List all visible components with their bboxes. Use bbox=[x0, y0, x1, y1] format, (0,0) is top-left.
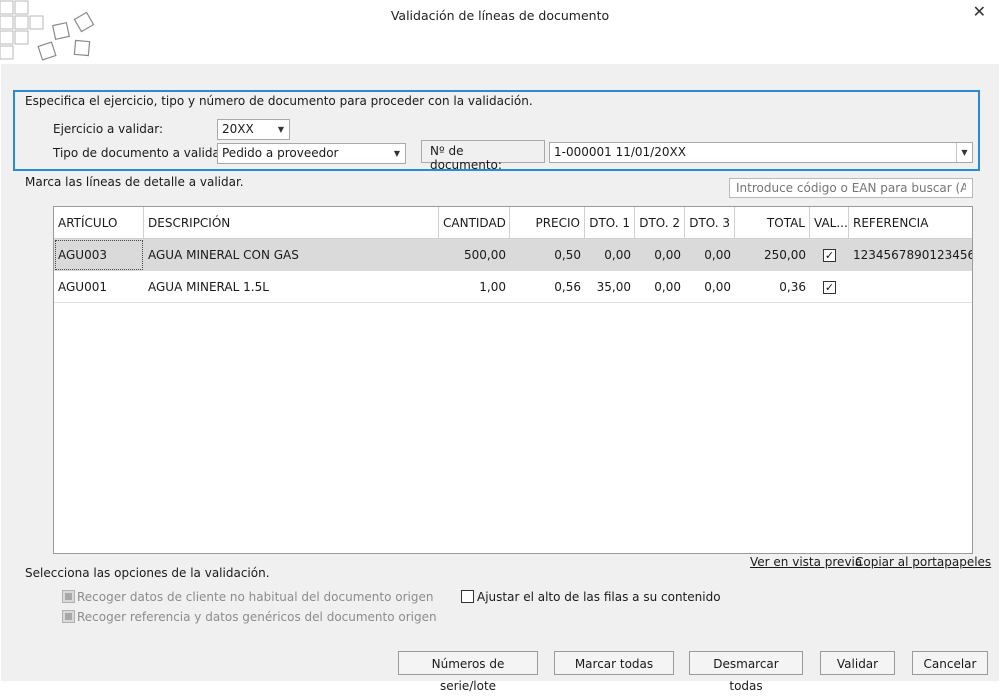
chevron-down-icon[interactable]: ▼ bbox=[956, 143, 972, 162]
col-total[interactable]: TOTAL bbox=[735, 207, 810, 239]
col-dto1[interactable]: DTO. 1 bbox=[585, 207, 635, 239]
validar-checkbox[interactable]: ✓ bbox=[823, 281, 836, 294]
table-row[interactable]: AGU001 AGUA MINERAL 1.5L 1,00 0,56 35,00… bbox=[54, 271, 972, 303]
serie-lote-button[interactable]: Números de serie/lote bbox=[398, 651, 538, 693]
cell-dto3[interactable]: 0,00 bbox=[685, 271, 735, 303]
grid-header: ARTÍCULO DESCRIPCIÓN CANTIDAD PRECIO DTO… bbox=[54, 207, 972, 239]
tipo-select[interactable]: Pedido a proveedor ▼ bbox=[217, 143, 406, 164]
table-row[interactable]: AGU003 AGUA MINERAL CON GAS 500,00 0,50 … bbox=[54, 239, 972, 271]
ejercicio-select[interactable]: 20XX ▼ bbox=[217, 119, 290, 140]
cell-descripcion[interactable]: AGUA MINERAL 1.5L bbox=[144, 271, 439, 303]
cell-cantidad[interactable]: 500,00 bbox=[439, 239, 510, 271]
opt-cliente-checkbox bbox=[62, 590, 75, 603]
chevron-down-icon[interactable]: ▼ bbox=[273, 120, 289, 139]
cell-descripcion[interactable]: AGUA MINERAL CON GAS bbox=[144, 239, 439, 271]
lines-instruction: Marca las líneas de detalle a validar. bbox=[25, 175, 244, 189]
cell-precio[interactable]: 0,50 bbox=[510, 239, 585, 271]
col-validar[interactable]: VAL... bbox=[810, 207, 849, 239]
col-referencia[interactable]: REFERENCIA bbox=[849, 207, 972, 239]
col-descripcion[interactable]: DESCRIPCIÓN bbox=[144, 207, 439, 239]
cell-cantidad[interactable]: 1,00 bbox=[439, 271, 510, 303]
validar-button[interactable]: Validar bbox=[820, 651, 895, 675]
close-icon[interactable]: ✕ bbox=[973, 4, 986, 20]
col-cantidad[interactable]: CANTIDAD bbox=[439, 207, 510, 239]
col-dto2[interactable]: DTO. 2 bbox=[635, 207, 685, 239]
cell-dto2[interactable]: 0,00 bbox=[635, 271, 685, 303]
preview-link[interactable]: Ver en vista previa bbox=[750, 555, 862, 569]
numero-label: Nº de documento: bbox=[421, 140, 545, 172]
cell-articulo[interactable]: AGU003 bbox=[54, 239, 144, 271]
cell-dto1[interactable]: 35,00 bbox=[585, 271, 635, 303]
chevron-down-icon[interactable]: ▼ bbox=[389, 144, 405, 163]
ejercicio-value: 20XX bbox=[222, 122, 254, 136]
cell-total[interactable]: 250,00 bbox=[735, 239, 810, 271]
window-title: Validación de líneas de documento bbox=[390, 8, 610, 23]
cell-referencia[interactable] bbox=[849, 271, 972, 303]
ejercicio-label: Ejercicio a validar: bbox=[53, 122, 164, 136]
col-dto3[interactable]: DTO. 3 bbox=[685, 207, 735, 239]
opt-referencia-checkbox bbox=[62, 610, 75, 623]
cell-dto1[interactable]: 0,00 bbox=[585, 239, 635, 271]
options-heading: Selecciona las opciones de la validación… bbox=[25, 566, 270, 580]
lines-grid: ARTÍCULO DESCRIPCIÓN CANTIDAD PRECIO DTO… bbox=[53, 206, 973, 554]
tipo-label: Tipo de documento a validar: bbox=[53, 146, 229, 160]
cancelar-button[interactable]: Cancelar bbox=[912, 651, 988, 675]
cell-dto2[interactable]: 0,00 bbox=[635, 239, 685, 271]
cell-precio[interactable]: 0,56 bbox=[510, 271, 585, 303]
numero-value: 1-000001 11/01/20XX bbox=[554, 145, 686, 159]
copy-clipboard-link[interactable]: Copiar al portapapeles bbox=[855, 555, 991, 569]
col-precio[interactable]: PRECIO bbox=[510, 207, 585, 239]
opt-cliente-label: Recoger datos de cliente no habitual del… bbox=[77, 590, 434, 604]
opt-ajustar-checkbox[interactable] bbox=[461, 590, 474, 603]
numero-select[interactable]: 1-000001 11/01/20XX ▼ bbox=[549, 142, 973, 163]
cell-total[interactable]: 0,36 bbox=[735, 271, 810, 303]
tipo-value: Pedido a proveedor bbox=[222, 146, 339, 160]
cell-referencia[interactable]: 1234567890123456748 bbox=[849, 239, 972, 271]
opt-ajustar-label[interactable]: Ajustar el alto de las filas a su conten… bbox=[477, 590, 721, 604]
col-articulo[interactable]: ARTÍCULO bbox=[54, 207, 144, 239]
marcar-todas-button[interactable]: Marcar todas bbox=[554, 651, 674, 675]
criteria-instruction: Especifica el ejercicio, tipo y número d… bbox=[25, 94, 533, 108]
cell-dto3[interactable]: 0,00 bbox=[685, 239, 735, 271]
opt-referencia-label: Recoger referencia y datos genéricos del… bbox=[77, 610, 437, 624]
validar-checkbox[interactable]: ✓ bbox=[823, 249, 836, 262]
cell-articulo[interactable]: AGU001 bbox=[54, 271, 144, 303]
desmarcar-todas-button[interactable]: Desmarcar todas bbox=[689, 651, 803, 693]
search-input[interactable] bbox=[729, 178, 973, 198]
